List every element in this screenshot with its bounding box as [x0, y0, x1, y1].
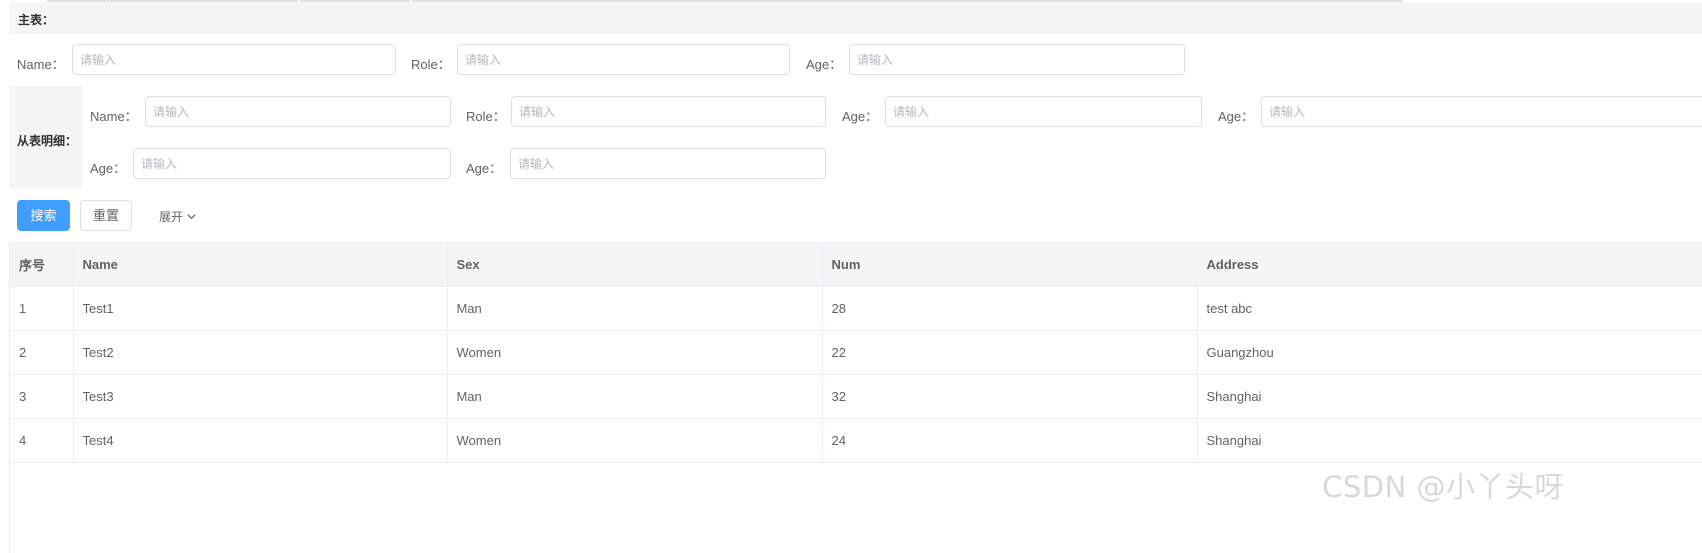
table-cell: 24 [822, 418, 1198, 463]
table-row: 2 Test2 Women 22 Guangzhou [10, 330, 1702, 375]
detail-age-input[interactable] [1261, 96, 1702, 127]
table-cell: 2 [10, 330, 74, 375]
table-row: 1 Test1 Man 28 test abc [10, 286, 1702, 331]
table-cell: Test4 [73, 418, 448, 463]
column-header-sex: Sex [447, 242, 823, 287]
main-role-label: Role： [411, 57, 451, 72]
table-cell: test abc [1197, 286, 1702, 331]
detail-age-label: Age： [90, 161, 127, 176]
detail-role-label: Role： [466, 109, 506, 124]
table-cell: Test1 [73, 286, 448, 331]
detail-age-input[interactable] [885, 96, 1202, 127]
table-cell: Women [447, 418, 823, 463]
table-cell: Women [447, 330, 823, 375]
table-cell: Shanghai [1197, 418, 1702, 463]
table-row: 3 Test3 Man 32 Shanghai [10, 374, 1702, 419]
reset-button[interactable]: 重置 [80, 200, 132, 231]
chevron-down-icon [187, 214, 196, 220]
table-cell: 3 [10, 374, 74, 419]
table-cell: Guangzhou [1197, 330, 1702, 375]
table-cell: 22 [822, 330, 1198, 375]
expand-toggle[interactable]: 展开 [159, 208, 197, 225]
detail-age-input[interactable] [133, 148, 451, 179]
detail-role-input[interactable] [511, 96, 826, 127]
search-button[interactable]: 搜索 [17, 200, 70, 231]
main-section-header [10, 2, 1702, 34]
table-row: 4 Test4 Women 24 Shanghai [10, 418, 1702, 463]
column-header-address: Address [1197, 242, 1702, 287]
column-header-name: Name [73, 242, 448, 287]
detail-name-input[interactable] [145, 96, 451, 127]
table-cell: 1 [10, 286, 74, 331]
table-cell: 28 [822, 286, 1198, 331]
main-role-input[interactable] [457, 44, 790, 75]
table-cell: Shanghai [1197, 374, 1702, 419]
detail-name-label: Name： [90, 109, 138, 124]
data-table: 序号 Name Sex Num Address 1 Test1 Man 28 t… [10, 242, 1702, 463]
column-header-num: Num [822, 242, 1198, 287]
table-header-row: 序号 Name Sex Num Address [10, 242, 1702, 287]
table-cell: Man [447, 374, 823, 419]
table-cell: Test3 [73, 374, 448, 419]
main-age-input[interactable] [849, 44, 1185, 75]
main-name-label: Name： [17, 57, 65, 72]
main-age-label: Age： [806, 57, 843, 72]
detail-age-label: Age： [842, 109, 879, 124]
column-header-index: 序号 [10, 242, 74, 287]
table-cell: 32 [822, 374, 1198, 419]
table-cell: Test2 [73, 330, 448, 375]
watermark: CSDN @小丫头呀 [1322, 470, 1564, 504]
main-name-input[interactable] [72, 44, 396, 75]
expand-label: 展开 [159, 210, 184, 224]
main-section-title: 主表： [18, 13, 55, 27]
detail-age-label: Age： [1218, 109, 1255, 124]
table-cell: 4 [10, 418, 74, 463]
detail-age-label: Age： [466, 161, 503, 176]
detail-section-title: 从表明细： [17, 134, 78, 148]
table-cell: Man [447, 286, 823, 331]
detail-age-input[interactable] [510, 148, 826, 179]
table-left-border [9, 242, 10, 553]
